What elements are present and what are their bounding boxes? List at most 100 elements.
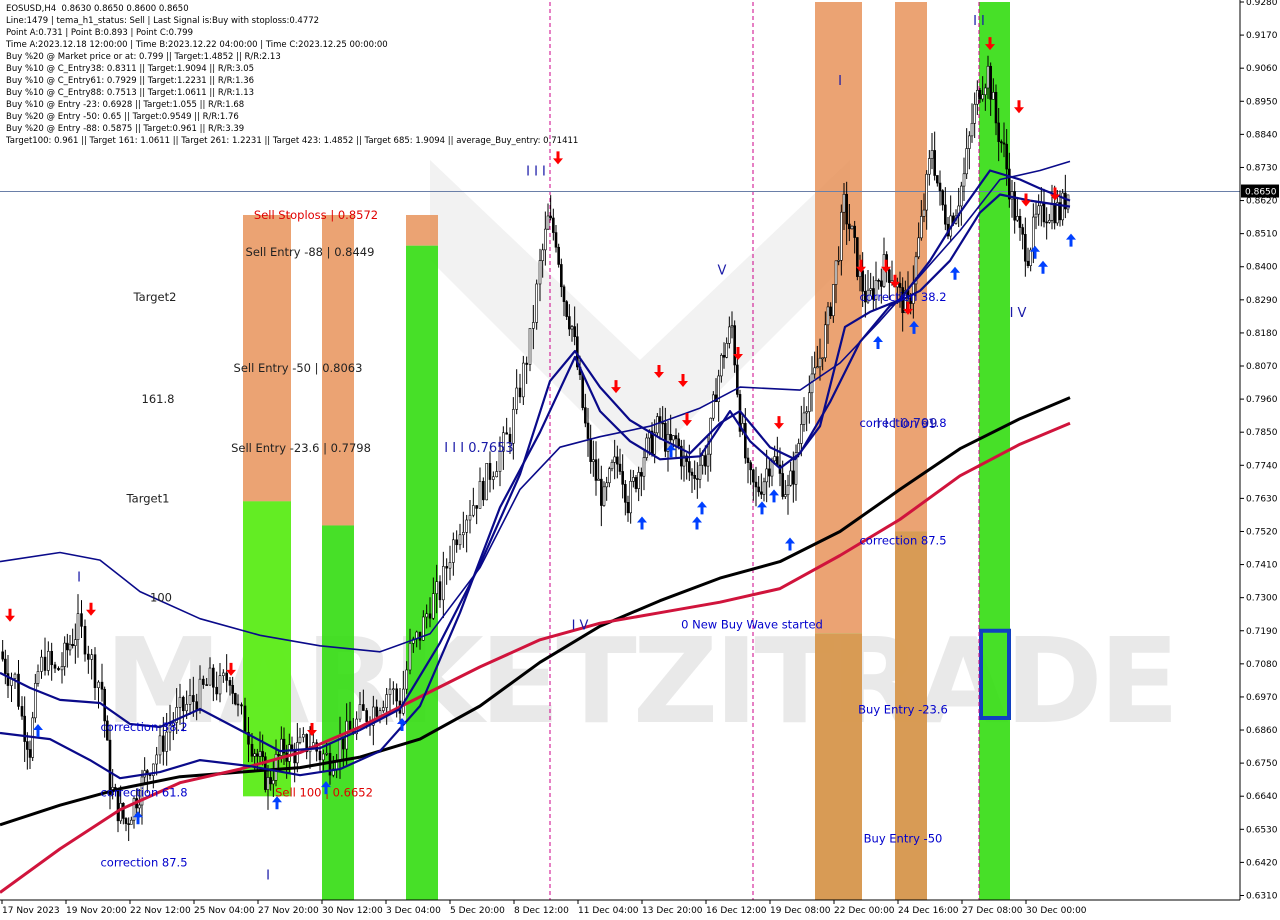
candle-body bbox=[730, 325, 734, 328]
x-tick-label: 27 Dec 08:00 bbox=[962, 906, 1023, 916]
candle-body bbox=[829, 306, 832, 317]
info-line: Target100: 0.961 || Target 161: 1.0611 |… bbox=[6, 136, 579, 146]
candle-body bbox=[127, 823, 130, 825]
candle-body bbox=[784, 494, 787, 497]
candle-body bbox=[122, 803, 125, 819]
x-tick-label: 24 Dec 16:00 bbox=[898, 906, 959, 916]
candle-body bbox=[624, 484, 627, 503]
buy-arrow-icon bbox=[1038, 260, 1048, 274]
candle-body bbox=[80, 613, 83, 627]
candle-body bbox=[155, 754, 158, 765]
candle-body bbox=[236, 703, 240, 706]
candle-body bbox=[215, 686, 218, 695]
candle-body bbox=[997, 122, 1000, 142]
candle-body bbox=[677, 438, 680, 447]
candle-body bbox=[362, 704, 365, 711]
candle-body bbox=[522, 362, 525, 398]
chart-screen: MARKETZITRADE Sell Stoploss | 0.8572 Sell… bbox=[0, 0, 1280, 920]
candle-body bbox=[1045, 221, 1048, 224]
x-tick-label: 5 Dec 20:00 bbox=[450, 906, 505, 916]
y-tick-label: 0.7410 bbox=[1246, 561, 1278, 571]
candle-body bbox=[1029, 249, 1032, 266]
candle-body bbox=[978, 90, 982, 100]
candle-body bbox=[119, 803, 122, 822]
candle-body bbox=[722, 354, 726, 358]
candle-body bbox=[800, 424, 803, 444]
candle-body bbox=[544, 228, 547, 251]
candle-body bbox=[962, 173, 966, 187]
candle-body bbox=[222, 672, 225, 676]
buy-arrow-icon bbox=[950, 266, 960, 280]
candle-body bbox=[749, 462, 752, 471]
candle-body bbox=[592, 459, 595, 462]
candle-body bbox=[845, 193, 848, 225]
y-tick-label: 0.6530 bbox=[1246, 825, 1278, 835]
level-label: correction 38.2 bbox=[859, 290, 946, 304]
x-tick-label: 22 Dec 00:00 bbox=[834, 906, 895, 916]
current-price-label: 0.8650 bbox=[1245, 188, 1277, 198]
candle-body bbox=[936, 175, 939, 184]
level-label: Target2 bbox=[133, 290, 177, 304]
x-tick-label: 16 Dec 12:00 bbox=[706, 906, 767, 916]
y-tick-label: 0.6750 bbox=[1246, 759, 1278, 769]
x-tick-label: 8 Dec 12:00 bbox=[514, 906, 569, 916]
y-tick-label: 0.8950 bbox=[1246, 97, 1278, 107]
y-tick-label: 0.6970 bbox=[1246, 693, 1278, 703]
buy-arrow-icon bbox=[757, 501, 767, 515]
candle-body bbox=[205, 684, 208, 686]
candle-body bbox=[781, 473, 784, 497]
sell-arrow-icon bbox=[553, 151, 563, 165]
candle-body bbox=[462, 532, 465, 536]
candle-body bbox=[448, 562, 452, 569]
candle-body bbox=[704, 455, 707, 467]
candle-body bbox=[621, 471, 624, 485]
x-tick-label: 22 Nov 12:00 bbox=[130, 906, 191, 916]
candle-body bbox=[525, 362, 528, 365]
candle-body bbox=[1050, 202, 1054, 221]
candle-body bbox=[1048, 219, 1051, 223]
candle-body bbox=[560, 264, 563, 288]
candle-body bbox=[212, 667, 215, 688]
candle-body bbox=[792, 470, 795, 485]
x-tick-label: 3 Dec 04:00 bbox=[386, 906, 441, 916]
candle-body bbox=[472, 505, 475, 516]
candle-body bbox=[375, 706, 378, 717]
y-tick-label: 0.8510 bbox=[1246, 230, 1278, 240]
candle-body bbox=[50, 650, 53, 666]
candle-body bbox=[428, 613, 432, 619]
candle-body bbox=[1, 651, 4, 660]
candle-body bbox=[754, 481, 758, 488]
wave-label: I bbox=[838, 74, 842, 89]
candle-body bbox=[26, 741, 29, 750]
candle-body bbox=[765, 468, 768, 483]
candle-body bbox=[388, 688, 392, 695]
x-tick-label: 27 Nov 20:00 bbox=[258, 906, 319, 916]
candle-body bbox=[325, 752, 328, 755]
info-line: Buy %10 @ Entry -23: 0.6928 || Target:1.… bbox=[6, 100, 245, 110]
candle-body bbox=[776, 456, 779, 466]
candle-body bbox=[808, 392, 811, 412]
candle-body bbox=[920, 216, 923, 239]
candle-body bbox=[733, 325, 736, 366]
candle-body bbox=[976, 90, 979, 105]
candle-body bbox=[328, 752, 332, 776]
candle-body bbox=[837, 260, 840, 262]
candle-body bbox=[47, 650, 50, 671]
candle-body bbox=[760, 491, 763, 495]
y-tick-label: 0.6420 bbox=[1246, 858, 1278, 868]
candle-body bbox=[698, 464, 702, 480]
candle-body bbox=[1018, 216, 1022, 228]
candle-body bbox=[1002, 142, 1006, 145]
y-tick-label: 0.7520 bbox=[1246, 527, 1278, 537]
candle-body bbox=[1034, 213, 1038, 218]
candle-body bbox=[495, 471, 498, 478]
candle-body bbox=[1042, 202, 1046, 223]
candle-body bbox=[93, 654, 97, 688]
candle-body bbox=[637, 472, 640, 489]
candle-body bbox=[53, 664, 57, 669]
y-tick-label: 0.8180 bbox=[1246, 329, 1278, 339]
candle-body bbox=[821, 357, 824, 360]
buy-arrow-icon bbox=[873, 335, 883, 349]
y-tick-label: 0.7300 bbox=[1246, 594, 1278, 604]
info-line: Buy %20 @ Entry -88: 0.5875 || Target:0.… bbox=[6, 124, 245, 134]
